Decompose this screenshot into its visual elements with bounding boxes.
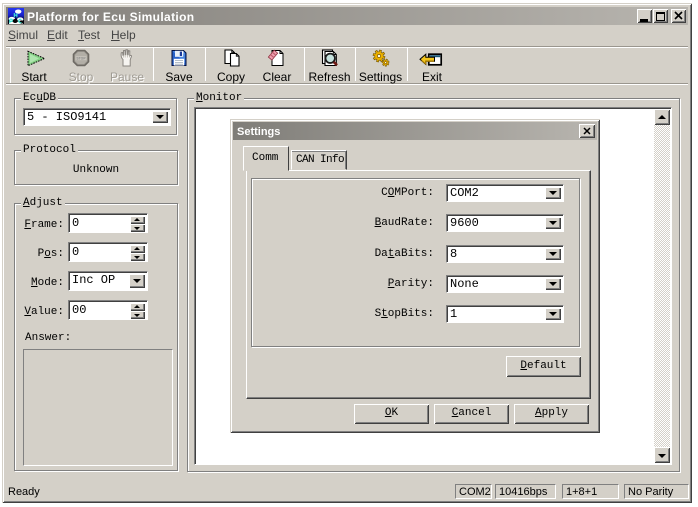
svg-text:STOP: STOP (76, 57, 86, 61)
